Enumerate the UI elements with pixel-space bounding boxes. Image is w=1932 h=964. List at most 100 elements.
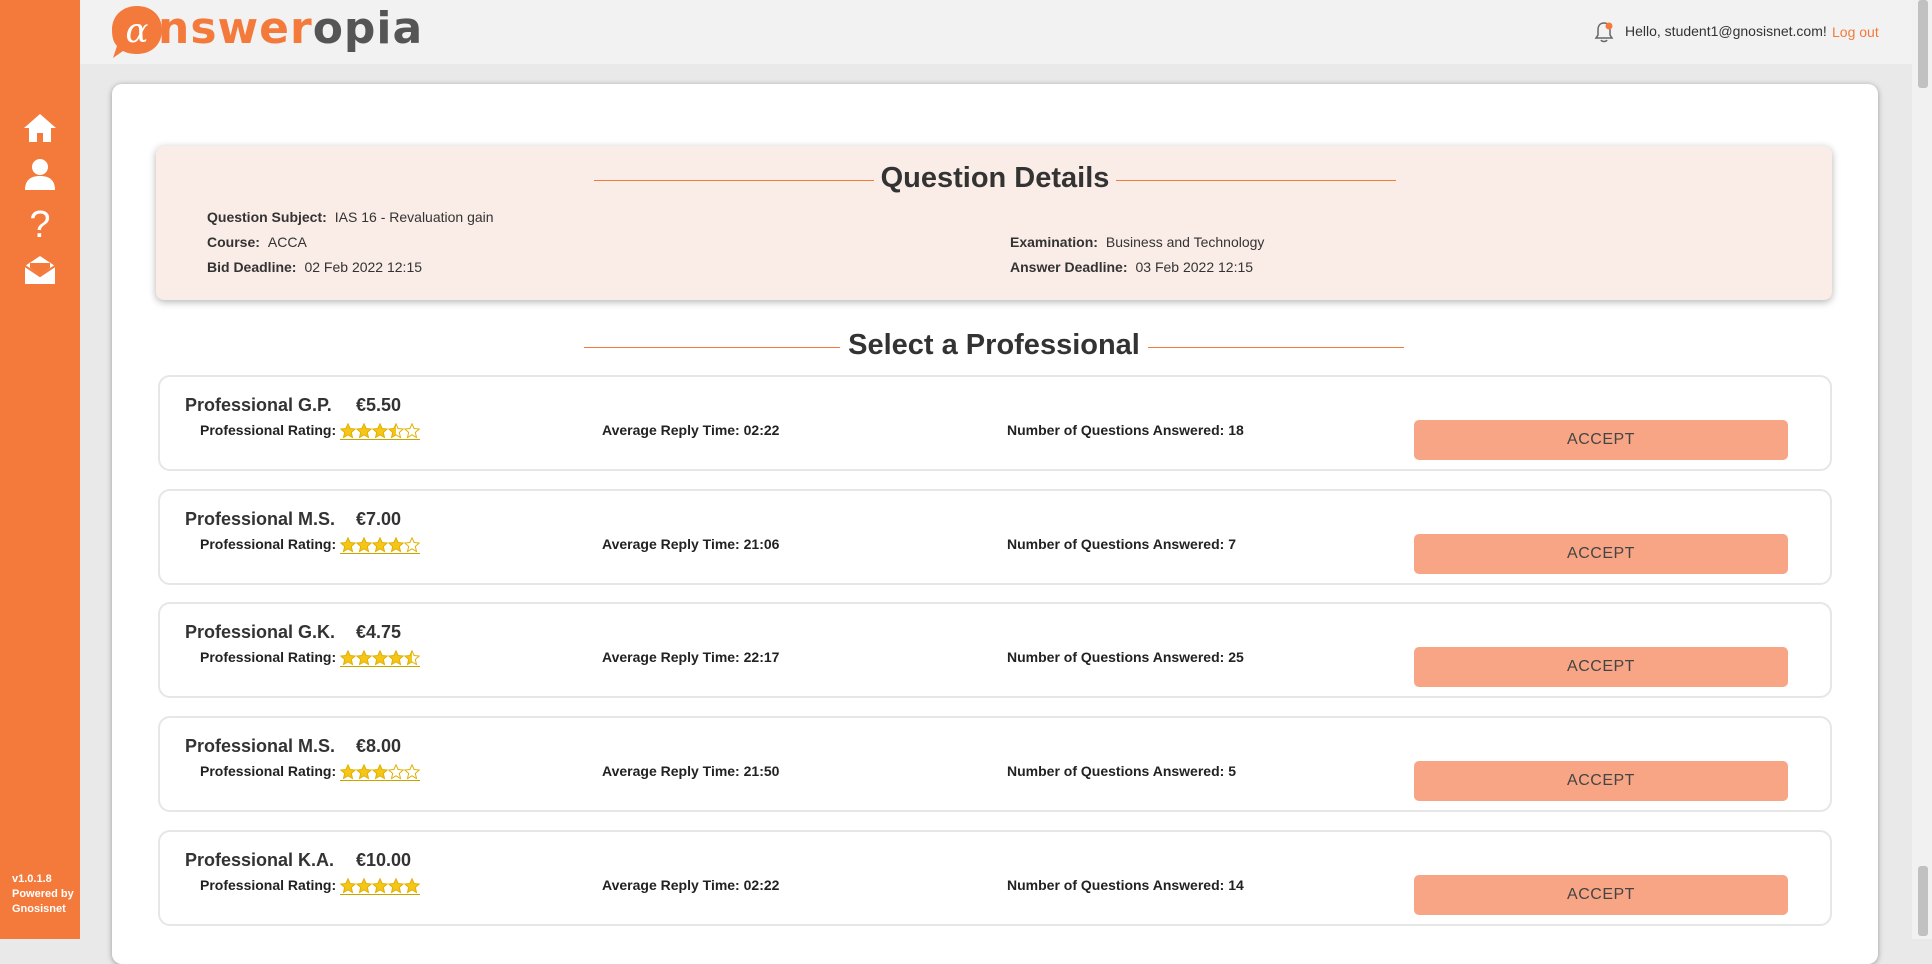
star-icon xyxy=(403,877,421,894)
star-icon xyxy=(355,422,373,439)
sidebar: ? v1.0.1.8 Powered by Gnosisnet xyxy=(0,0,80,939)
average-reply-time: Average Reply Time: 21:50 xyxy=(602,763,779,779)
answer-deadline-value: 03 Feb 2022 12:15 xyxy=(1135,259,1254,275)
rating-stars xyxy=(339,763,421,781)
questions-answered-value: 5 xyxy=(1228,763,1236,779)
rating-label: Professional Rating: xyxy=(200,763,337,779)
average-reply-time: Average Reply Time: 22:17 xyxy=(602,649,779,665)
professional-rating: Professional Rating: xyxy=(200,422,421,440)
reply-time-value: 02:22 xyxy=(743,422,780,438)
star-icon xyxy=(355,649,373,666)
reply-time-label: Average Reply Time: xyxy=(602,763,740,779)
star-icon xyxy=(403,536,421,553)
logout-link[interactable]: Log out xyxy=(1832,24,1879,40)
questions-answered: Number of Questions Answered: 14 xyxy=(1007,877,1244,893)
reply-time-value: 02:22 xyxy=(743,877,780,893)
select-rule-left xyxy=(584,347,840,348)
star-icon xyxy=(355,877,373,894)
average-reply-time: Average Reply Time: 02:22 xyxy=(602,877,779,893)
star-icon xyxy=(339,536,357,553)
scrollbar-thumb-lower[interactable] xyxy=(1918,866,1928,936)
main-content-card: Question Details Question Subject: IAS 16… xyxy=(112,84,1878,964)
professional-name: Professional M.S. xyxy=(185,736,336,756)
rating-label: Professional Rating: xyxy=(200,536,337,552)
questions-answered-label: Number of Questions Answered: xyxy=(1007,536,1225,552)
professional-name: Professional G.K. xyxy=(185,622,336,642)
rating-stars xyxy=(339,877,421,895)
user-greeting: Hello, student1@gnosisnet.com! xyxy=(1625,23,1827,39)
average-reply-time: Average Reply Time: 21:06 xyxy=(602,536,779,552)
average-reply-time: Average Reply Time: 02:22 xyxy=(602,422,779,438)
page-scrollbar[interactable] xyxy=(1912,0,1932,939)
professional-card: Professional G.P. €5.50 Professional Ratin… xyxy=(158,375,1832,471)
star-icon xyxy=(371,877,389,894)
star-icon xyxy=(355,536,373,553)
accept-button[interactable]: ACCEPT xyxy=(1414,647,1788,687)
questions-answered-label: Number of Questions Answered: xyxy=(1007,649,1225,665)
reply-time-value: 21:06 xyxy=(743,536,780,552)
reply-time-value: 21:50 xyxy=(743,763,780,779)
accept-button[interactable]: ACCEPT xyxy=(1414,420,1788,460)
notification-bell-icon[interactable] xyxy=(1594,21,1614,43)
svg-text:?: ? xyxy=(29,205,50,241)
questions-answered-label: Number of Questions Answered: xyxy=(1007,763,1225,779)
reply-time-label: Average Reply Time: xyxy=(602,422,740,438)
questions-answered-value: 14 xyxy=(1228,877,1244,893)
professional-rating: Professional Rating: xyxy=(200,536,421,554)
question-subject-label: Question Subject: xyxy=(207,209,327,225)
professional-price: €7.00 xyxy=(356,509,402,529)
svg-text:α: α xyxy=(126,11,149,51)
star-icon xyxy=(339,877,357,894)
question-details-panel: Question Details Question Subject: IAS 16… xyxy=(156,146,1832,300)
rating-label: Professional Rating: xyxy=(200,877,337,893)
professional-name: Professional M.S. xyxy=(185,509,336,529)
question-subject-value: IAS 16 - Revaluation gain xyxy=(334,209,494,225)
questions-answered-label: Number of Questions Answered: xyxy=(1007,877,1225,893)
star-icon xyxy=(387,536,405,553)
questions-answered: Number of Questions Answered: 5 xyxy=(1007,763,1236,779)
answeropia-logo[interactable]: α nsweropia xyxy=(108,2,422,60)
professional-rating: Professional Rating: xyxy=(200,877,421,895)
reply-time-label: Average Reply Time: xyxy=(602,649,740,665)
professional-rating: Professional Rating: xyxy=(200,763,421,781)
home-icon[interactable] xyxy=(22,110,58,146)
professional-price: €4.75 xyxy=(356,622,402,642)
logo-wordmark: nsweropia xyxy=(158,3,424,54)
star-icon xyxy=(387,649,405,666)
star-icon xyxy=(371,422,389,439)
star-icon xyxy=(371,536,389,553)
star-icon xyxy=(403,763,421,780)
examination-label: Examination: xyxy=(1010,234,1098,250)
rating-stars xyxy=(339,536,421,554)
scrollbar-thumb[interactable] xyxy=(1918,0,1928,88)
course-label: Course: xyxy=(207,234,260,250)
professional-name: Professional G.P. xyxy=(185,395,332,415)
version-info: v1.0.1.8 Powered by Gnosisnet xyxy=(12,872,74,917)
professional-name: Professional K.A. xyxy=(185,850,335,870)
rating-label: Professional Rating: xyxy=(200,422,337,438)
reply-time-value: 22:17 xyxy=(743,649,780,665)
rating-stars xyxy=(339,649,421,667)
answer-deadline-label: Answer Deadline: xyxy=(1010,259,1128,275)
rating-stars xyxy=(339,422,421,440)
professional-card: Professional G.K. €4.75 Professional Ratin… xyxy=(158,602,1832,698)
accept-button[interactable]: ACCEPT xyxy=(1414,761,1788,801)
messages-icon[interactable] xyxy=(22,252,58,288)
questions-answered-label: Number of Questions Answered: xyxy=(1007,422,1225,438)
star-icon xyxy=(339,763,357,780)
rating-label: Professional Rating: xyxy=(200,649,337,665)
accept-button[interactable]: ACCEPT xyxy=(1414,534,1788,574)
title-rule-left xyxy=(594,180,874,181)
select-rule-right xyxy=(1148,347,1404,348)
title-rule-right xyxy=(1116,180,1396,181)
accept-button[interactable]: ACCEPT xyxy=(1414,875,1788,915)
question-details-title: Question Details xyxy=(880,162,1110,194)
user-icon[interactable] xyxy=(22,156,58,192)
reply-time-label: Average Reply Time: xyxy=(602,877,740,893)
help-icon[interactable]: ? xyxy=(22,205,58,241)
professional-rating: Professional Rating: xyxy=(200,649,421,667)
questions-answered-value: 7 xyxy=(1228,536,1236,552)
bid-deadline-label: Bid Deadline: xyxy=(207,259,297,275)
bid-deadline-value: 02 Feb 2022 12:15 xyxy=(304,259,423,275)
course-value: ACCA xyxy=(267,234,307,250)
